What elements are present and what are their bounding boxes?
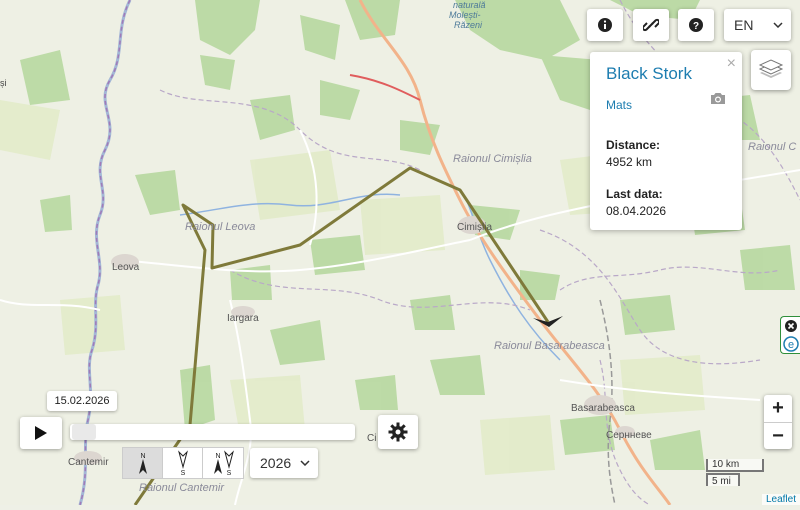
south-up-button[interactable]: S xyxy=(162,447,204,479)
region-label-cimislia: Raionul Cimișlia xyxy=(453,153,532,165)
zoom-in-button[interactable]: + xyxy=(764,395,792,423)
water-label-3: Răzeni xyxy=(454,20,483,30)
chevron-down-icon xyxy=(300,460,310,466)
town-label-leova: Leova xyxy=(112,262,140,273)
lastdata-label: Last data: xyxy=(606,187,663,201)
link-button[interactable] xyxy=(633,9,669,41)
close-circle-icon[interactable] xyxy=(785,320,797,332)
timeline-slider[interactable] xyxy=(70,424,355,440)
town-label-iargara: Iargara xyxy=(227,313,259,324)
svg-text:?: ? xyxy=(693,21,699,32)
link-icon xyxy=(643,18,659,32)
bird-species-title[interactable]: Black Stork xyxy=(606,64,726,84)
water-label-2: Molești- xyxy=(449,10,481,20)
svg-text:S: S xyxy=(181,470,186,476)
town-label-sernneve: Сернневе xyxy=(606,430,652,441)
both-arrows-icon: N S xyxy=(214,450,234,476)
bird-name-link[interactable]: Mats xyxy=(606,98,726,112)
distance-label: Distance: xyxy=(606,138,661,152)
town-label-ci: Ci xyxy=(367,433,377,444)
svg-text:e: e xyxy=(788,339,794,351)
bird-popup: × Black Stork Mats Distance: 4952 km Las… xyxy=(590,52,742,230)
language-select[interactable]: EN xyxy=(724,9,791,41)
distance-value: 4952 km xyxy=(606,155,653,169)
region-label-leova: Raionul Leova xyxy=(185,221,256,233)
scale-km: 10 km xyxy=(706,459,764,472)
north-up-button[interactable]: N xyxy=(122,447,164,479)
current-date-label: 15.02.2026 xyxy=(47,391,117,411)
popup-close-button[interactable]: × xyxy=(727,55,736,73)
edge-label: și xyxy=(0,78,7,88)
timeline-slider-thumb[interactable] xyxy=(72,424,96,440)
region-label-cantemir: Raionul Cantemir xyxy=(139,482,224,494)
town-label-cimislia: Cimișlia xyxy=(457,222,492,233)
heading-up-button[interactable]: N S xyxy=(202,447,244,479)
zoom-control: + − xyxy=(764,395,792,449)
zoom-out-button[interactable]: − xyxy=(764,423,792,450)
region-label-basarabeasca: Raionul Basarabeasca xyxy=(494,340,605,352)
lastdata-value: 08.04.2026 xyxy=(606,204,667,218)
play-icon xyxy=(35,426,47,440)
chevron-down-icon xyxy=(773,22,783,28)
question-circle-icon: ? xyxy=(689,18,703,32)
water-label-1: naturală xyxy=(453,0,486,10)
info-circle-icon xyxy=(598,18,612,32)
camera-icon[interactable] xyxy=(710,92,726,110)
scale-mi: 5 mi xyxy=(706,473,740,487)
settings-button[interactable] xyxy=(378,415,418,449)
town-label-cantemir: Cantemir xyxy=(68,457,109,468)
svg-text:N: N xyxy=(215,453,220,460)
language-value: EN xyxy=(734,17,754,33)
scale-bar: 10 km 5 mi xyxy=(706,459,764,487)
info-button[interactable] xyxy=(587,9,623,41)
town-label-basarabeasca: Basarabeasca xyxy=(571,403,635,414)
layers-button[interactable] xyxy=(751,50,791,90)
help-button[interactable]: ? xyxy=(678,9,714,41)
play-button[interactable] xyxy=(20,417,62,449)
attribution-link[interactable]: Leaflet xyxy=(761,494,800,505)
year-select[interactable]: 2026 xyxy=(250,448,318,478)
e-logo-icon[interactable]: e xyxy=(783,336,799,352)
svg-text:S: S xyxy=(227,470,232,476)
gear-icon xyxy=(388,422,408,442)
side-panel-tab[interactable]: e xyxy=(780,316,800,354)
north-arrow-icon: N xyxy=(139,453,147,474)
region-label-c: Raionul C xyxy=(748,141,797,153)
year-value: 2026 xyxy=(260,455,292,471)
svg-text:N: N xyxy=(140,453,145,460)
layers-icon xyxy=(758,59,784,78)
south-arrow-icon: S xyxy=(178,450,188,476)
